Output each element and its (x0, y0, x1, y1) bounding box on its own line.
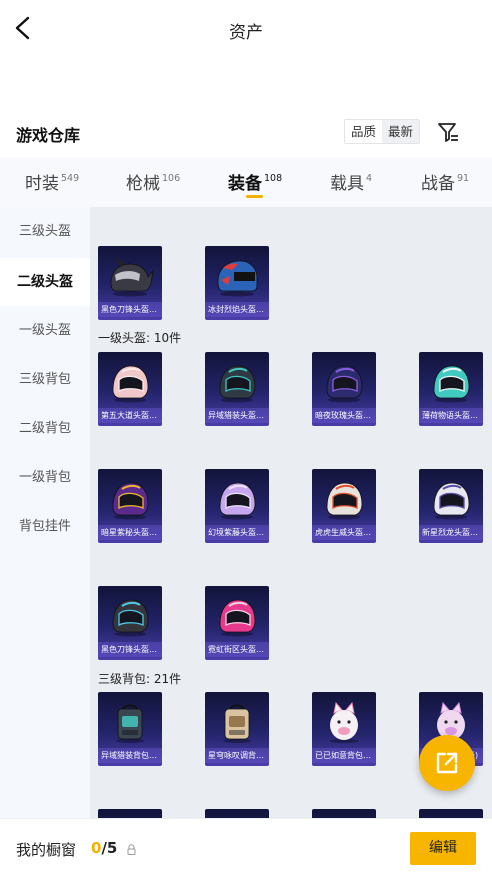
share-external-icon (436, 752, 458, 774)
top-bar: 资产 (0, 0, 492, 58)
sort-option-quality[interactable]: 品质 (345, 120, 383, 143)
item-card[interactable] (205, 809, 269, 818)
item-name: 黑色刀锋头盔(二级) (98, 302, 162, 317)
sidebar-item-helmet-lv2[interactable]: 二级头盔 (0, 258, 90, 306)
showcase-count: 0/5 (91, 839, 117, 857)
item-card[interactable]: 虎虎生威头盔(一级) (312, 469, 376, 543)
section-header-backpack-lv3: 三级背包: 21件 (98, 672, 182, 686)
sidebar-item-helmet-lv1[interactable]: 一级头盔 (0, 307, 90, 355)
item-card[interactable]: 异域猎装头盔(一级) (205, 352, 269, 426)
item-card[interactable]: 暗星紫秘头盔(一级) (98, 469, 162, 543)
tab-firearms[interactable]: 枪械 106 (126, 169, 180, 194)
share-button[interactable] (419, 735, 475, 791)
sidebar-item-backpack-lv3[interactable]: 三级背包 (0, 356, 90, 404)
item-art (326, 482, 363, 520)
tab-label: 时装 (25, 174, 59, 194)
edit-button[interactable]: 编辑 (410, 832, 476, 865)
active-tab-indicator (246, 195, 263, 198)
sidebar-item-helmet-lv3[interactable]: 三级头盔 (0, 208, 90, 256)
item-card[interactable]: 薄荷物语头盔(一级) (419, 352, 483, 426)
item-card[interactable] (419, 809, 483, 818)
tab-count: 549 (61, 173, 80, 184)
item-grid: 一级头盔: 10件 三级背包: 21件 黑色刀锋头盔(二级) 冰封烈焰头盔(二级… (90, 207, 492, 818)
showcase-label: 我的橱窗 (16, 841, 77, 859)
sidebar-item-backpack-lv2[interactable]: 二级背包 (0, 405, 90, 453)
warehouse-header: 游戏仓库 品质 最新 (0, 116, 492, 152)
tab-label: 装备 (228, 174, 262, 194)
showcase-bar: 我的橱窗 0/5 编辑 (0, 818, 492, 876)
tab-supplies[interactable]: 战备 91 (421, 169, 469, 194)
tab-count: 106 (162, 173, 181, 184)
item-art (219, 365, 256, 403)
item-name: 霓虹街区头盔(一级) (205, 642, 269, 657)
category-tabs: 时装 549 枪械 106 装备 108 载具 4 战备 91 (0, 157, 492, 207)
item-art (433, 365, 470, 403)
item-name: 薄荷物语头盔(一级) (419, 408, 483, 423)
item-art (110, 257, 154, 297)
tab-label: 载具 (330, 174, 364, 194)
item-name: 星穹咏叹调背包(三级) (205, 748, 269, 763)
item-name: 暗星紫秘头盔(一级) (98, 525, 162, 540)
showcase-total: /5 (101, 839, 118, 857)
item-name: 异域猎装头盔(一级) (205, 408, 269, 423)
warehouse-title: 游戏仓库 (16, 126, 81, 145)
item-card[interactable]: 新星烈龙头盔(一级) (419, 469, 483, 543)
item-name: 暗夜玫瑰头盔(一级) (312, 408, 376, 423)
item-art (116, 704, 144, 743)
item-card[interactable]: 已已如意背包(三级) (312, 692, 376, 766)
item-name: 新星烈龙头盔(一级) (419, 525, 483, 540)
subcategory-sidebar: 三级头盔 二级头盔 一级头盔 三级背包 二级背包 一级背包 背包挂件 (0, 207, 90, 818)
item-art (112, 365, 149, 403)
item-card[interactable]: 霓虹街区头盔(一级) (205, 586, 269, 660)
item-art (219, 482, 256, 520)
item-card[interactable]: 黑色刀锋头盔(二级) (98, 246, 162, 320)
item-name: 异域猎装背包(三级) (98, 748, 162, 763)
sidebar-item-backpack-lv1[interactable]: 一级背包 (0, 454, 90, 502)
item-art (112, 599, 149, 637)
item-name: 虎虎生威头盔(一级) (312, 525, 376, 540)
item-card[interactable] (98, 809, 162, 818)
item-card[interactable]: 异域猎装背包(三级) (98, 692, 162, 766)
item-card[interactable]: 暗夜玫瑰头盔(一级) (312, 352, 376, 426)
item-art (433, 482, 470, 520)
tab-count: 108 (264, 173, 283, 184)
tab-label: 战备 (421, 174, 455, 194)
tab-count: 91 (457, 173, 470, 184)
sort-toggle: 品质 最新 (344, 119, 421, 144)
item-name: 已已如意背包(三级) (312, 748, 376, 763)
item-art (112, 482, 149, 520)
section-header-helmet-lv1: 一级头盔: 10件 (98, 331, 182, 345)
item-art (223, 704, 251, 743)
item-art (219, 599, 256, 637)
item-art (326, 365, 363, 403)
item-art (330, 701, 358, 743)
item-card[interactable] (312, 809, 376, 818)
tab-fashion[interactable]: 时装 549 (25, 169, 79, 194)
tab-label: 枪械 (126, 174, 160, 194)
item-card[interactable]: 黑色刀锋头盔(一级) (98, 586, 162, 660)
sidebar-item-backpack-charm[interactable]: 背包挂件 (0, 503, 90, 551)
showcase-current: 0 (91, 839, 102, 857)
sort-option-latest[interactable]: 最新 (382, 120, 420, 143)
item-name: 黑色刀锋头盔(一级) (98, 642, 162, 657)
filter-icon[interactable] (436, 120, 460, 144)
item-card[interactable]: 冰封烈焰头盔(二级) (205, 246, 269, 320)
item-card[interactable]: 幻境紫藤头盔(一级) (205, 469, 269, 543)
item-card[interactable]: 星穹咏叹调背包(三级) (205, 692, 269, 766)
item-card[interactable]: 第五大道头盔(一级) (98, 352, 162, 426)
item-name: 冰封烈焰头盔(二级) (205, 302, 269, 317)
tab-equipment[interactable]: 装备 108 (228, 169, 282, 194)
item-art (217, 260, 258, 297)
tab-vehicles[interactable]: 载具 4 (330, 169, 372, 194)
item-name: 幻境紫藤头盔(一级) (205, 525, 269, 540)
lock-icon (127, 844, 136, 855)
tab-count: 4 (366, 173, 373, 184)
page-title: 资产 (229, 23, 263, 43)
item-name: 第五大道头盔(一级) (98, 408, 162, 423)
